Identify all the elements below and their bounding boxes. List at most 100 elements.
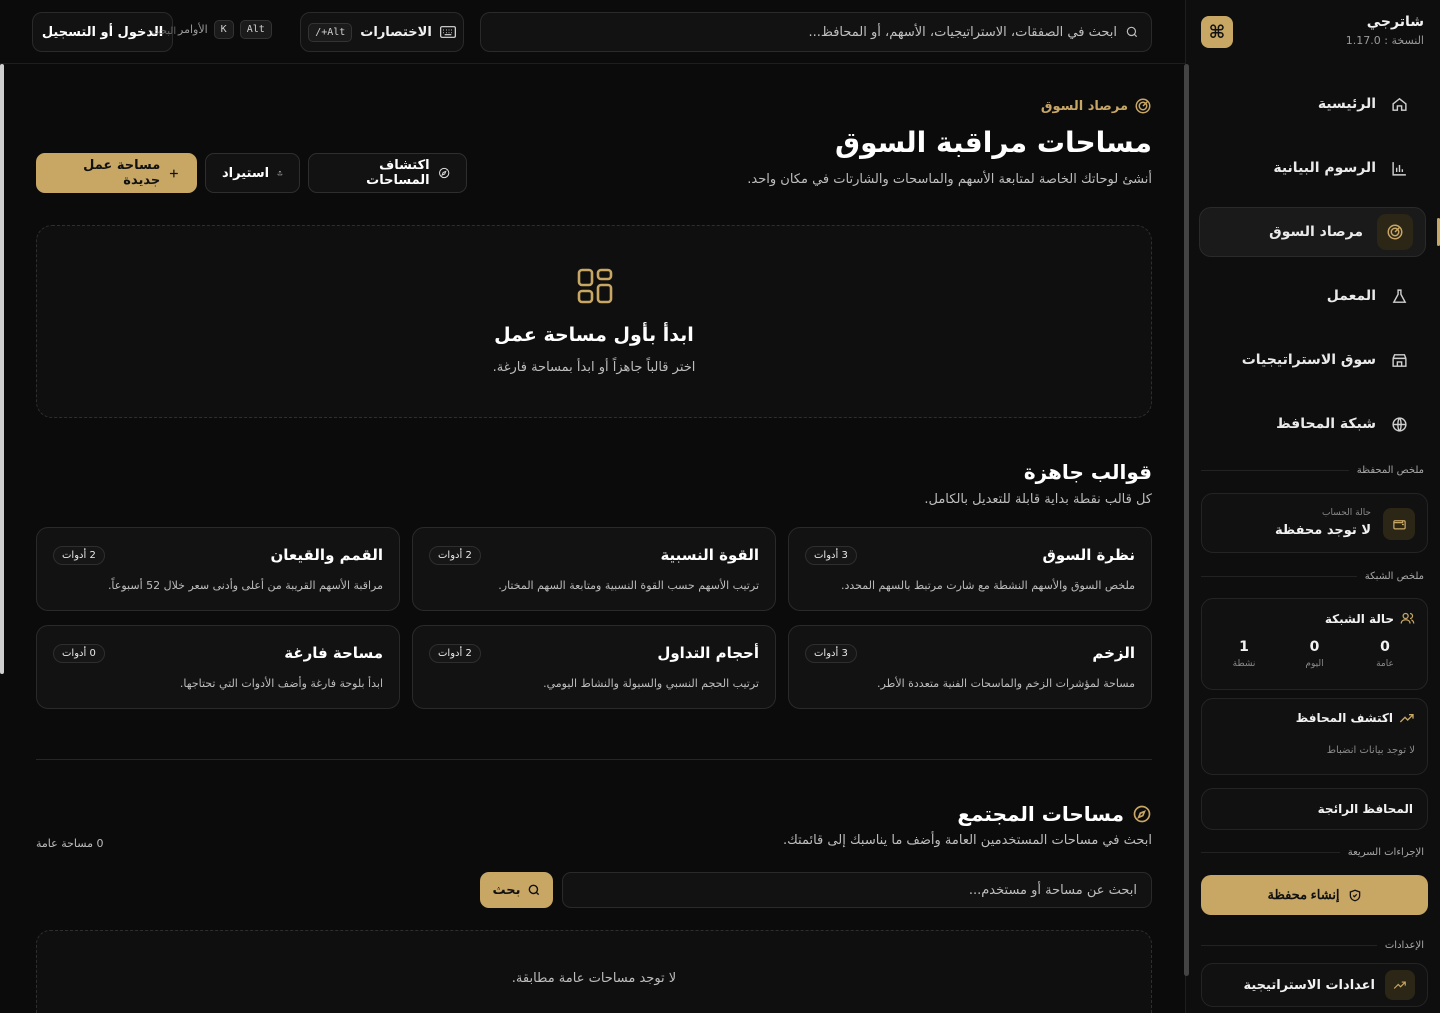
chart-icon	[1390, 159, 1408, 177]
template-desc: ترتيب الأسهم حسب القوة النسبية ومتابعة ا…	[498, 579, 759, 592]
templates-subtitle: كل قالب نقطة بداية قابلة للتعديل بالكامل…	[924, 492, 1152, 507]
template-card[interactable]: القمم والقيعان مراقبة الأسهم القريبة من …	[36, 527, 400, 611]
sidebar-item-label: الرئيسية	[1317, 96, 1376, 112]
app-root: ابحث في الصفقات، الاستراتيجيات، الأسهم، …	[0, 0, 1440, 1013]
template-card[interactable]: أحجام التداول ترتيب الحجم النسبي والسيول…	[412, 625, 776, 709]
community-search-button-label: بحث	[492, 882, 521, 898]
section-divider	[36, 759, 1152, 760]
top-bar: ابحث في الصفقات، الاستراتيجيات، الأسهم، …	[0, 0, 1185, 64]
stat-today: 0 اليوم	[1287, 639, 1343, 669]
commands-key-k: K	[213, 20, 234, 39]
compass-icon	[438, 167, 449, 179]
community-compass-icon	[1133, 805, 1151, 823]
trending-up-icon	[1399, 714, 1414, 723]
trending-up-icon	[1385, 970, 1415, 1000]
community-title-label: مساحات المجتمع	[957, 802, 1124, 826]
sidebar: شاترجي النسخة : 1.17.0 ⌘ الرئيسية الرسوم…	[1185, 0, 1440, 1013]
template-card[interactable]: مساحة فارغة ابدأ بلوحة فارغة وأضف الأدوا…	[36, 625, 400, 709]
strategy-settings-item[interactable]: اعدادات الاستراتيجية	[1201, 963, 1428, 1007]
explore-wallets-card[interactable]: اكتشف المحافظ لا توجد بيانات انضباط	[1201, 698, 1428, 775]
templates-grid: نظرة السوق ملخص السوق والأسهم النشطة مع …	[36, 527, 1152, 709]
main-scrollbar[interactable]	[1184, 64, 1189, 976]
home-icon	[1390, 95, 1408, 113]
section-line	[1201, 576, 1357, 577]
import-label: استيراد	[222, 165, 270, 181]
shortcuts-label: الاختصارات	[360, 24, 432, 40]
community-search-placeholder: ابحث عن مساحة أو مستخدم...	[968, 882, 1137, 898]
template-desc: ابدأ بلوحة فارغة وأضف الأدوات التي تحتاج…	[179, 677, 383, 690]
community-search-button[interactable]: بحث	[480, 872, 553, 908]
new-workspace-button[interactable]: مساحة عمل جديدة	[36, 153, 197, 193]
template-badge: 2 أدوات	[53, 546, 105, 565]
page-actions: مساحة عمل جديدة استيراد اكتشاف المساحات	[36, 153, 467, 193]
template-badge: 2 أدوات	[429, 644, 481, 663]
page-subtitle: أنشئ لوحاتك الخاصة لمتابعة الأسهم والماس…	[747, 172, 1152, 187]
community-search-input[interactable]: ابحث عن مساحة أو مستخدم...	[562, 872, 1152, 908]
template-card[interactable]: الزخم مساحة لمؤشرات الزخم والماسحات الفن…	[788, 625, 1152, 709]
empty-workspace-panel: ابدأ بأول مساحة عمل اختر قالباً جاهزاً أ…	[36, 225, 1152, 418]
explore-spaces-label: اكتشاف المساحات	[366, 158, 430, 188]
global-search-input[interactable]: ابحث في الصفقات، الاستراتيجيات، الأسهم، …	[480, 12, 1152, 52]
create-wallet-button[interactable]: إنشاء محفظة	[1201, 875, 1428, 915]
explore-wallets-sub: لا توجد بيانات انضباط	[1326, 745, 1415, 756]
store-icon	[1390, 351, 1408, 369]
template-badge: 3 أدوات	[805, 546, 857, 565]
explore-wallets-title: اكتشف المحافظ	[1296, 711, 1415, 725]
wallet-status-value: لا توجد محفظة	[1275, 523, 1371, 538]
sidebar-item-lab[interactable]: المعمل	[1186, 264, 1440, 328]
sidebar-item-home[interactable]: الرئيسية	[1186, 72, 1440, 136]
sidebar-item-wallet-network[interactable]: شبكة المحافظ	[1186, 392, 1440, 456]
sidebar-item-strategy-market[interactable]: سوق الاستراتيجيات	[1186, 328, 1440, 392]
template-card[interactable]: نظرة السوق ملخص السوق والأسهم النشطة مع …	[788, 527, 1152, 611]
portfolio-summary-label: ملخص المحفظة	[1201, 465, 1424, 476]
template-name: أحجام التداول	[657, 644, 759, 662]
globe-icon	[1390, 415, 1408, 433]
command-logo-icon[interactable]: ⌘	[1201, 16, 1233, 48]
top-wallets-card[interactable]: المحافظ الرائجة	[1201, 788, 1428, 830]
radar-icon	[1135, 98, 1151, 114]
radar-icon	[1377, 214, 1413, 250]
template-name: الزخم	[1092, 644, 1135, 662]
main-content: مرصاد السوق مساحات مراقبة السوق أنشئ لوح…	[36, 64, 1152, 1013]
global-search-placeholder: ابحث في الصفقات، الاستراتيجيات، الأسهم، …	[808, 24, 1117, 40]
explore-spaces-button[interactable]: اكتشاف المساحات	[308, 153, 467, 193]
template-name: نظرة السوق	[1042, 546, 1135, 564]
quick-actions-label: الإجراءات السريعة	[1201, 847, 1424, 858]
template-name: مساحة فارغة	[284, 644, 383, 662]
stat-label: اليوم	[1305, 659, 1324, 669]
wallet-status-label: حالة الحساب	[1321, 508, 1371, 518]
template-desc: ترتيب الحجم النسبي والسيولة والنشاط اليو…	[543, 677, 759, 690]
community-empty-text: لا توجد مساحات عامة مطابقة.	[511, 971, 677, 986]
template-desc: ملخص السوق والأسهم النشطة مع شارت مرتبط …	[840, 579, 1135, 592]
network-status-card: حالة الشبكة 0 عامة 0 اليوم 1 نشطة	[1201, 598, 1428, 690]
community-count: 0 مساحة عامة	[36, 837, 104, 850]
section-label-text: ملخص الشبكة	[1364, 571, 1424, 582]
login-label: الدخول أو التسجيل	[41, 24, 164, 40]
left-scrollbar[interactable]	[0, 64, 4, 674]
login-button[interactable]: الدخول أو التسجيل البحث	[32, 12, 176, 52]
sidebar-item-label: الرسوم البيانية	[1273, 160, 1376, 176]
app-name: شاترجي	[1366, 14, 1424, 30]
keyboard-icon	[439, 26, 456, 38]
stat-label: نشطة	[1232, 659, 1256, 669]
create-wallet-label: إنشاء محفظة	[1267, 887, 1340, 902]
section-label-text: الإعدادات	[1384, 940, 1424, 951]
template-card[interactable]: القوة النسبية ترتيب الأسهم حسب القوة الن…	[412, 527, 776, 611]
page-title: مساحات مراقبة السوق	[835, 126, 1152, 159]
import-button[interactable]: استيراد	[205, 153, 300, 193]
stat-public: 0 عامة	[1357, 639, 1413, 669]
sidebar-item-market-radar[interactable]: مرصاد السوق	[1199, 207, 1440, 257]
wallet-status-card[interactable]: حالة الحساب لا توجد محفظة	[1201, 493, 1428, 553]
sidebar-item-label: شبكة المحافظ	[1276, 416, 1376, 432]
flask-icon	[1390, 287, 1408, 305]
empty-title: ابدأ بأول مساحة عمل	[494, 324, 694, 346]
plus-icon	[170, 169, 179, 177]
shortcuts-button[interactable]: الاختصارات Alt+/	[300, 12, 464, 52]
template-badge: 2 أدوات	[429, 546, 481, 565]
commands-label: الأوامر	[178, 23, 208, 36]
sidebar-item-charts[interactable]: الرسوم البيانية	[1186, 136, 1440, 200]
community-empty-panel: لا توجد مساحات عامة مطابقة.	[36, 930, 1152, 1013]
app-version: النسخة : 1.17.0	[1345, 34, 1424, 47]
commands-hint: Alt K الأوامر	[178, 20, 272, 39]
commands-key-alt: Alt	[239, 20, 272, 39]
